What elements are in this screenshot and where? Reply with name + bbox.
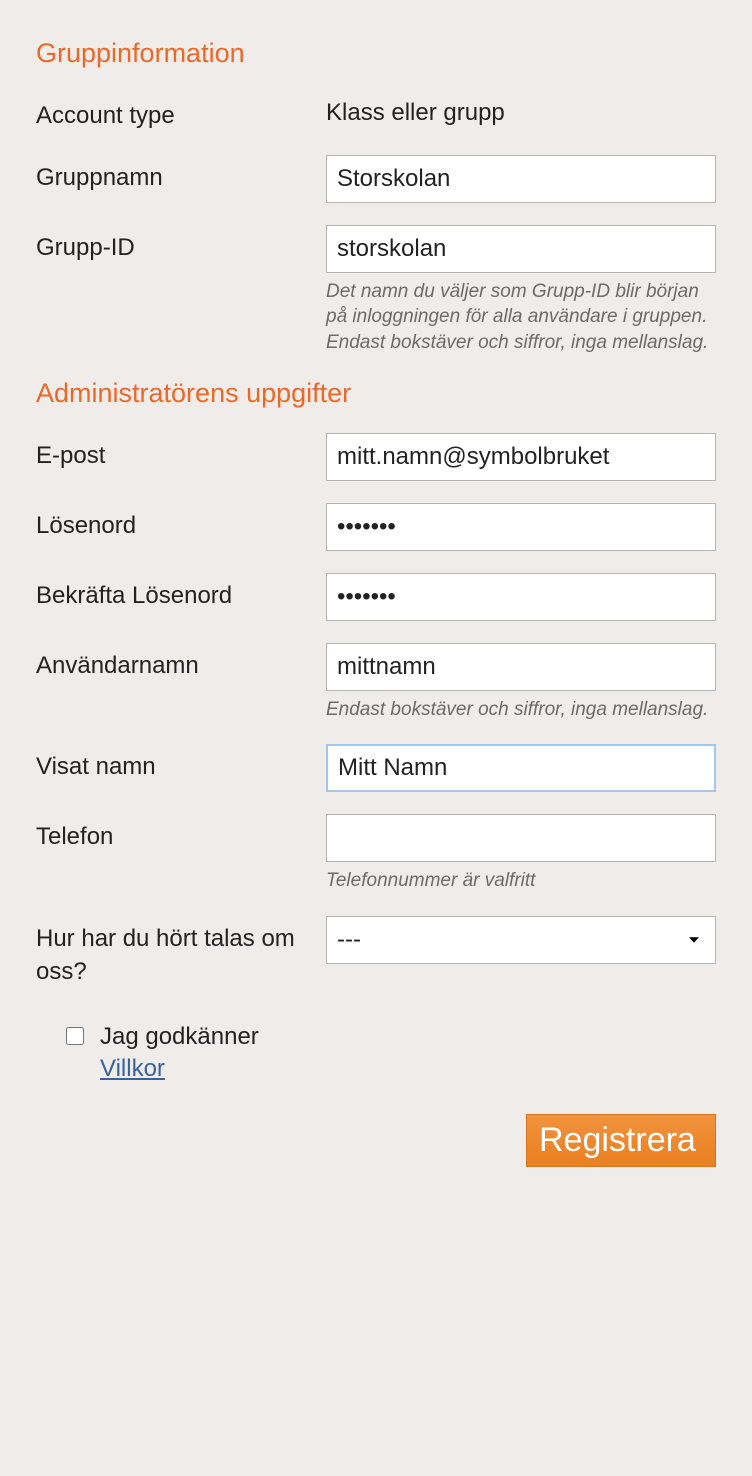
terms-link[interactable]: Villkor (100, 1053, 165, 1085)
section-heading-admin: Administratörens uppgifter (36, 378, 716, 409)
row-confirm-password: Bekräfta Lösenord (36, 573, 716, 621)
terms-accept-label: Jag godkänner (100, 1023, 259, 1050)
password-label: Lösenord (36, 503, 326, 543)
confirm-password-input[interactable] (326, 573, 716, 621)
register-button[interactable]: Registrera (526, 1114, 716, 1167)
username-input[interactable] (326, 643, 716, 691)
display-name-input[interactable] (326, 744, 716, 792)
row-password: Lösenord (36, 503, 716, 551)
row-phone: Telefon Telefonnummer är valfritt (36, 814, 716, 894)
group-id-input[interactable] (326, 225, 716, 273)
email-input[interactable] (326, 433, 716, 481)
phone-help: Telefonnummer är valfritt (326, 868, 716, 894)
group-id-label: Grupp-ID (36, 225, 326, 265)
group-name-input[interactable] (326, 155, 716, 203)
heard-about-label: Hur har du hört talas om oss? (36, 916, 326, 989)
submit-container: Registrera (36, 1114, 716, 1167)
phone-label: Telefon (36, 814, 326, 854)
username-label: Användarnamn (36, 643, 326, 683)
group-name-label: Gruppnamn (36, 155, 326, 195)
phone-input[interactable] (326, 814, 716, 862)
heard-about-select[interactable]: --- (326, 916, 716, 964)
account-type-value: Klass eller grupp (326, 93, 716, 127)
username-help: Endast bokstäver och siffror, inga mella… (326, 697, 716, 723)
terms-checkbox[interactable] (66, 1027, 84, 1045)
confirm-password-label: Bekräfta Lösenord (36, 573, 326, 613)
row-account-type: Account type Klass eller grupp (36, 93, 716, 133)
row-username: Användarnamn Endast bokstäver och siffro… (36, 643, 716, 723)
row-email: E-post (36, 433, 716, 481)
row-group-name: Gruppnamn (36, 155, 716, 203)
terms-text: Jag godkänner Villkor (100, 1021, 259, 1086)
row-heard-about: Hur har du hört talas om oss? --- (36, 916, 716, 989)
group-id-help: Det namn du väljer som Grupp-ID blir bör… (326, 279, 716, 356)
display-name-label: Visat namn (36, 744, 326, 784)
terms-row: Jag godkänner Villkor (66, 1021, 716, 1086)
email-label: E-post (36, 433, 326, 473)
section-heading-group: Gruppinformation (36, 38, 716, 69)
account-type-label: Account type (36, 93, 326, 133)
row-display-name: Visat namn (36, 744, 716, 792)
row-group-id: Grupp-ID Det namn du väljer som Grupp-ID… (36, 225, 716, 356)
password-input[interactable] (326, 503, 716, 551)
